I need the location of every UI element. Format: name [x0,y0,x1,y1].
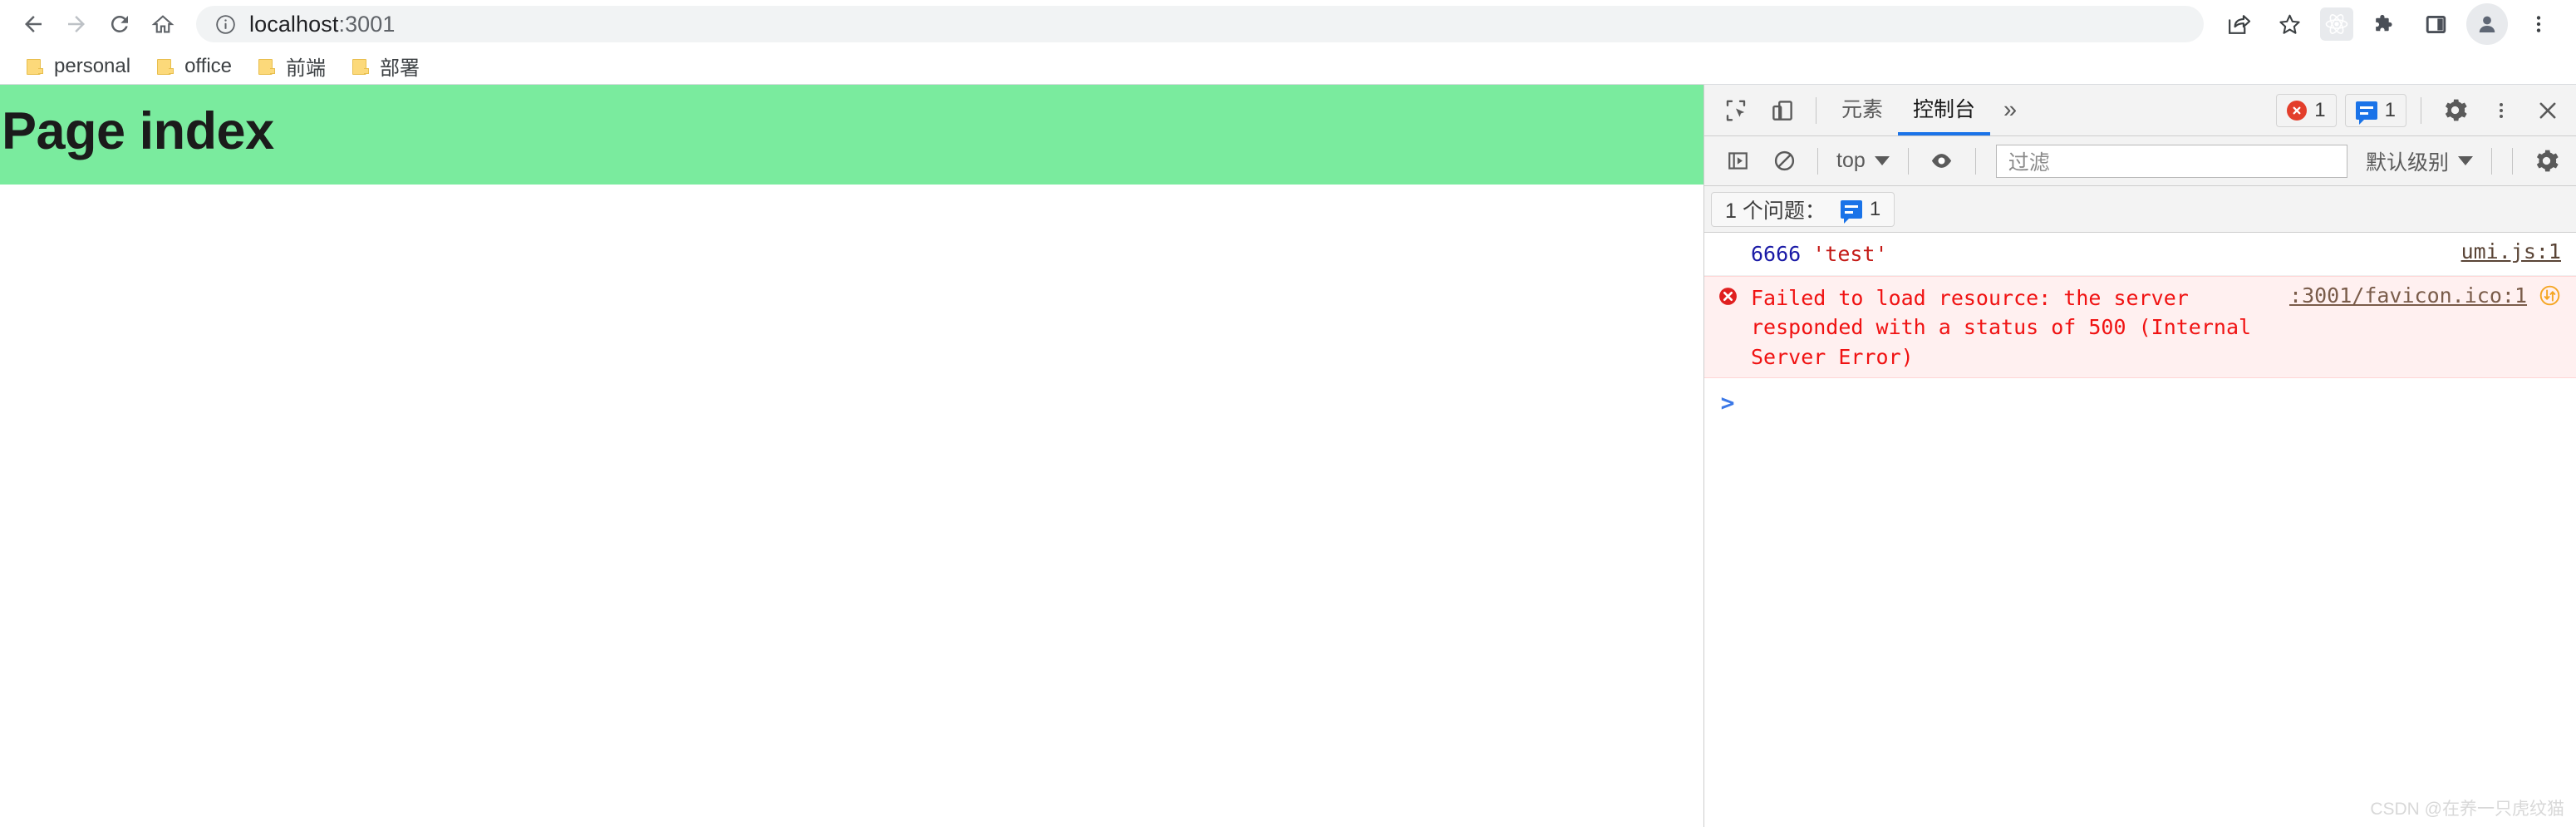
devtools-tabbar: 元素 控制台 » 1 1 [1704,85,2576,136]
bookmark-folder-frontend[interactable]: 前端 [250,47,334,85]
page-viewport: Page index [0,85,1703,827]
bookmark-label: 前端 [286,57,326,80]
bookmark-label: office [184,54,232,77]
clear-console-icon[interactable] [1763,140,1805,182]
console-error-row[interactable]: Failed to load resource: the server resp… [1704,275,2576,378]
react-devtools-extension-icon[interactable] [2320,7,2353,41]
bookmark-folder-deploy[interactable]: 部署 [344,47,428,85]
toolbar-divider [2491,147,2492,175]
issues-chip[interactable]: 1 个问题： 1 [1711,191,1895,227]
bookmark-star-icon[interactable] [2269,3,2310,45]
gear-icon[interactable] [2434,90,2475,131]
toolbar-divider [1817,147,1818,175]
back-button[interactable] [12,2,55,46]
error-circle-icon [2287,100,2308,121]
console-sidebar-icon[interactable] [1717,140,1758,182]
log-source-link[interactable]: umi.js:1 [2461,239,2561,263]
extensions-puzzle-icon[interactable] [2363,3,2405,45]
side-panel-icon[interactable] [2415,3,2456,45]
bookmark-label: personal [54,54,131,77]
content-area: Page index 元素 控制台 » 1 1 top 过滤 默认级别 1 个问… [0,85,2576,827]
issues-label: 1 个问题： [1725,199,1826,223]
log-number-value: 6666 [1751,242,1802,266]
prompt-chevron-icon: > [1720,389,1735,416]
watermark: CSDN @在养一只虎纹猫 [2370,800,2564,819]
log-gutter [1704,283,1751,310]
more-tabs-chevron-icon[interactable]: » [1990,98,2030,122]
folder-icon [157,58,175,75]
share-icon[interactable] [2217,3,2259,45]
address-bar[interactable]: localhost:3001 [196,6,2204,42]
live-expression-eye-icon[interactable] [1921,140,1963,182]
console-settings-gear-icon[interactable] [2525,140,2567,182]
device-toolbar-icon[interactable] [1762,90,1803,131]
address-bar-url: localhost:3001 [249,12,396,37]
toolbar-actions [2212,3,2564,45]
forward-arrow-icon [68,16,85,32]
console-output: 6666'test' umi.js:1 Failed to load resou… [1704,233,2576,827]
back-arrow-icon [25,16,42,32]
home-button[interactable] [141,2,184,46]
console-error-message: Failed to load resource: the server resp… [1751,285,2252,369]
network-request-icon[interactable] [2539,283,2561,310]
console-log-message: 6666 'test' [1751,239,2441,269]
log-gutter [1704,239,1751,242]
home-icon [151,15,175,33]
message-count: 1 [2384,98,2396,121]
console-filter-input[interactable]: 过滤 [1995,144,2347,178]
message-badge-icon [1840,199,1862,224]
issues-bar[interactable]: 1 个问题： 1 [1704,186,2576,233]
toolbar-divider [2512,147,2513,175]
toolbar-divider [1907,147,1909,175]
tab-elements[interactable]: 元素 [1826,85,1898,135]
close-icon[interactable] [2527,90,2569,131]
bookmark-folder-personal[interactable]: personal [18,51,139,82]
browser-window: localhost:3001 personal office 前端 部署 Pag… [0,0,2576,827]
folder-icon [352,58,371,75]
page-banner: Page index [0,85,1703,185]
info-circle-icon[interactable] [211,10,239,38]
chevron-down-icon [2458,156,2473,165]
console-filter-placeholder: 过滤 [2008,150,2050,175]
tab-console[interactable]: 控制台 [1898,85,1991,135]
error-count-badge[interactable]: 1 [2276,93,2337,127]
address-host: localhost [249,11,339,37]
devtools-panel: 元素 控制台 » 1 1 top 过滤 默认级别 1 个问题： 1 6666 '… [1703,85,2576,827]
error-source-link[interactable]: :3001/favicon.ico:1 [2289,283,2527,308]
bookmarks-bar: personal office 前端 部署 [0,48,2576,85]
log-level-dropdown[interactable]: 默认级别 [2357,146,2481,176]
more-options-kebab-icon[interactable] [2480,90,2522,131]
reload-icon [111,15,128,32]
message-count-badge[interactable]: 1 [2344,93,2406,127]
error-circle-icon [1718,286,1738,310]
folder-icon [27,58,45,75]
message-badge-icon [2355,101,2377,125]
console-log-row[interactable]: 6666 'test' umi.js:1 [1704,233,2576,276]
bookmark-folder-office[interactable]: office [149,51,240,82]
address-port: :3001 [338,11,396,37]
chevron-down-icon [1874,156,1890,165]
bookmark-label: 部署 [380,57,420,80]
chrome-menu-kebab-icon[interactable] [2518,3,2559,45]
log-string-value: 'test' [1812,242,1888,266]
issues-count: 1 [1869,197,1881,220]
reload-button[interactable] [98,2,141,46]
forward-button[interactable] [55,2,98,46]
execution-context-value: top [1836,149,1866,172]
toolbar-divider [1974,147,1976,175]
console-prompt-row[interactable]: > [1704,378,2576,415]
error-count: 1 [2314,98,2326,121]
log-level-value: 默认级别 [2365,150,2449,175]
browser-toolbar: localhost:3001 [0,0,2576,48]
execution-context-dropdown[interactable]: top [1828,149,1898,173]
inspect-element-icon[interactable] [1715,90,1757,131]
console-toolbar: top 过滤 默认级别 [1704,136,2576,186]
profile-avatar-icon[interactable] [2466,3,2508,45]
folder-icon [258,58,277,75]
page-title: Page index [2,102,274,160]
